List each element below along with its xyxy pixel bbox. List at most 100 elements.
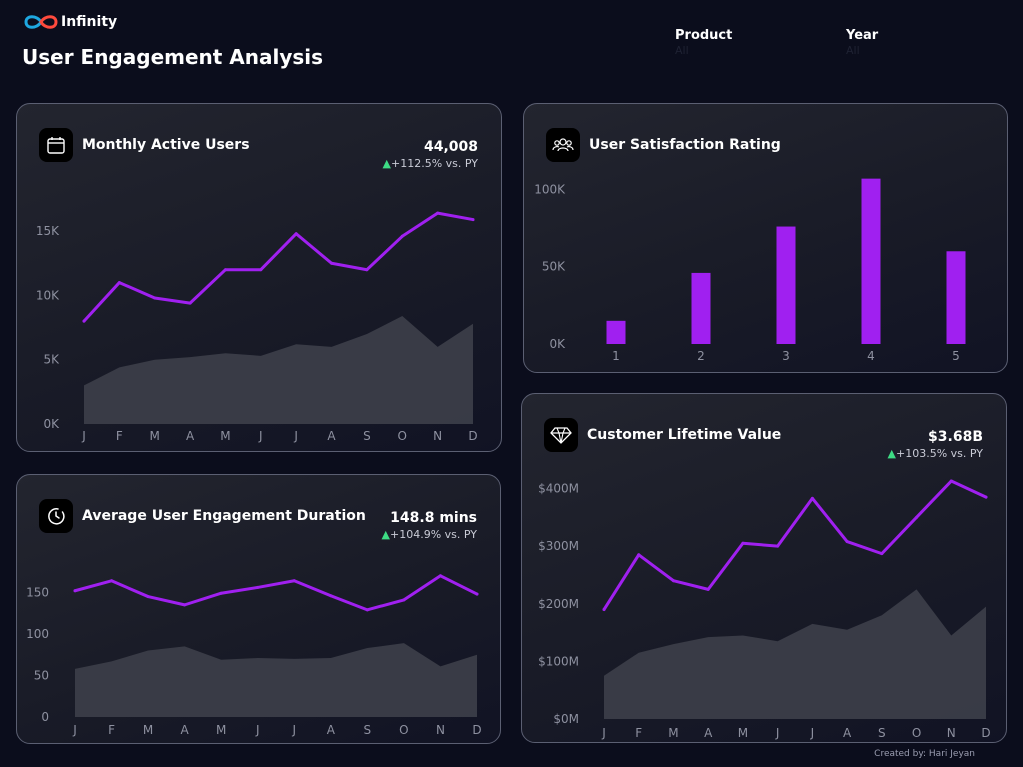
kpi-delta-text: +104.9% vs. PY	[389, 528, 477, 541]
page-title: User Engagement Analysis	[22, 45, 324, 69]
x-tick-label: N	[433, 429, 442, 443]
y-tick-label: 150	[26, 585, 49, 599]
line-point	[188, 301, 192, 305]
line-point	[438, 574, 442, 578]
card-title: Average User Engagement Duration	[82, 508, 366, 524]
bar	[691, 272, 711, 344]
card-title: Monthly Active Users	[82, 137, 250, 153]
engagement-duration-card: 0 50 100 150 J F M A M J J A S O N D Average User Engag…	[16, 474, 501, 744]
line-point	[602, 608, 606, 612]
monthly-active-users-card: 0K 5K 10K 15K J F M A M J J A S O N D Monthly Active Us…	[16, 103, 502, 452]
year-filter-label: Year	[846, 28, 879, 43]
line-point	[949, 479, 953, 483]
x-tick-label: F	[108, 723, 115, 737]
line-point	[436, 211, 440, 215]
x-tick-label: 4	[867, 349, 875, 363]
y-tick-label: $100M	[538, 654, 579, 668]
x-tick-label: J	[293, 429, 298, 443]
line-point	[294, 232, 298, 236]
up-triangle-icon: ▲	[382, 157, 391, 170]
line-point	[292, 579, 296, 583]
x-tick-label: O	[912, 726, 921, 740]
y-tick-label: 10K	[36, 288, 60, 302]
x-tick-label: A	[186, 429, 195, 443]
x-tick-label: S	[364, 723, 372, 737]
x-tick-label: J	[775, 726, 780, 740]
product-filter[interactable]: Product All	[675, 28, 732, 57]
bar	[606, 320, 626, 344]
calendar-icon	[39, 128, 73, 162]
line-point	[146, 595, 150, 599]
x-tick-label: M	[738, 726, 748, 740]
y-tick-label: 0K	[43, 417, 60, 431]
year-filter-value[interactable]: All	[846, 44, 878, 57]
line-point	[637, 553, 641, 557]
kpi-delta: ▲+112.5% vs. PY	[383, 157, 478, 170]
x-tick-label: A	[327, 429, 336, 443]
line-point	[365, 608, 369, 612]
x-tick-label: A	[327, 723, 336, 737]
clock-icon	[39, 499, 73, 533]
product-filter-value[interactable]: All	[675, 44, 732, 57]
line-point	[776, 544, 780, 548]
x-tick-label: M	[220, 429, 230, 443]
x-tick-label: M	[143, 723, 153, 737]
line-point	[153, 296, 157, 300]
x-tick-label: J	[258, 429, 263, 443]
line-point	[219, 591, 223, 595]
x-tick-label: 3	[782, 349, 790, 363]
line-series	[602, 479, 988, 612]
up-triangle-icon: ▲	[887, 447, 896, 460]
x-tick-label: F	[116, 429, 123, 443]
kpi-delta-text: +112.5% vs. PY	[390, 157, 478, 170]
y-tick-label: 0K	[549, 337, 566, 351]
line-point	[223, 268, 227, 272]
bar	[946, 251, 966, 344]
line-point	[706, 587, 710, 591]
line-point	[117, 281, 121, 285]
x-tick-label: A	[181, 723, 190, 737]
line-series	[82, 211, 475, 323]
line-point	[741, 541, 745, 545]
kpi-delta: ▲+103.5% vs. PY	[888, 447, 983, 460]
y-tick-label: 100	[26, 627, 49, 641]
year-filter[interactable]: Year All	[846, 28, 878, 57]
y-tick-label: $300M	[538, 539, 579, 553]
x-tick-label: S	[878, 726, 886, 740]
area-series	[75, 643, 477, 717]
users-group-icon	[546, 128, 580, 162]
x-tick-label: J	[72, 723, 77, 737]
line-point	[880, 552, 884, 556]
area-series	[84, 316, 473, 424]
line-point	[671, 579, 675, 583]
bar	[776, 226, 796, 344]
x-tick-label: J	[601, 726, 606, 740]
infinity-logo: Infinity	[22, 12, 117, 32]
line-point	[73, 589, 77, 593]
line-point	[256, 585, 260, 589]
customer-lifetime-value-card: $0M $100M $200M $300M $400M J F M A M J J A S O N D Cust…	[521, 393, 1007, 743]
kpi: $3.68B ▲+103.5% vs. PY	[888, 429, 983, 460]
kpi-value: $3.68B	[928, 429, 983, 445]
x-tick-label: 1	[612, 349, 620, 363]
bar	[861, 178, 881, 344]
y-tick-label: $400M	[538, 482, 579, 496]
line-point	[810, 496, 814, 500]
user-satisfaction-card: 0K 50K 100K 1 2 3 4 5 User Satisfaction Rating	[523, 103, 1008, 373]
y-tick-label: $200M	[538, 597, 579, 611]
x-tick-label: J	[255, 723, 260, 737]
area-series	[604, 589, 986, 719]
y-tick-label: $0M	[553, 712, 579, 726]
x-tick-label: D	[981, 726, 990, 740]
x-tick-label: 2	[697, 349, 705, 363]
product-filter-label: Product	[675, 28, 733, 43]
x-tick-label: N	[947, 726, 956, 740]
line-point	[110, 579, 114, 583]
x-tick-label: M	[668, 726, 678, 740]
x-tick-label: D	[468, 429, 477, 443]
infinity-icon	[24, 15, 58, 29]
kpi-delta: ▲+104.9% vs. PY	[382, 528, 477, 541]
x-tick-label: J	[810, 726, 815, 740]
y-tick-label: 50	[34, 668, 49, 682]
up-triangle-icon: ▲	[381, 528, 390, 541]
